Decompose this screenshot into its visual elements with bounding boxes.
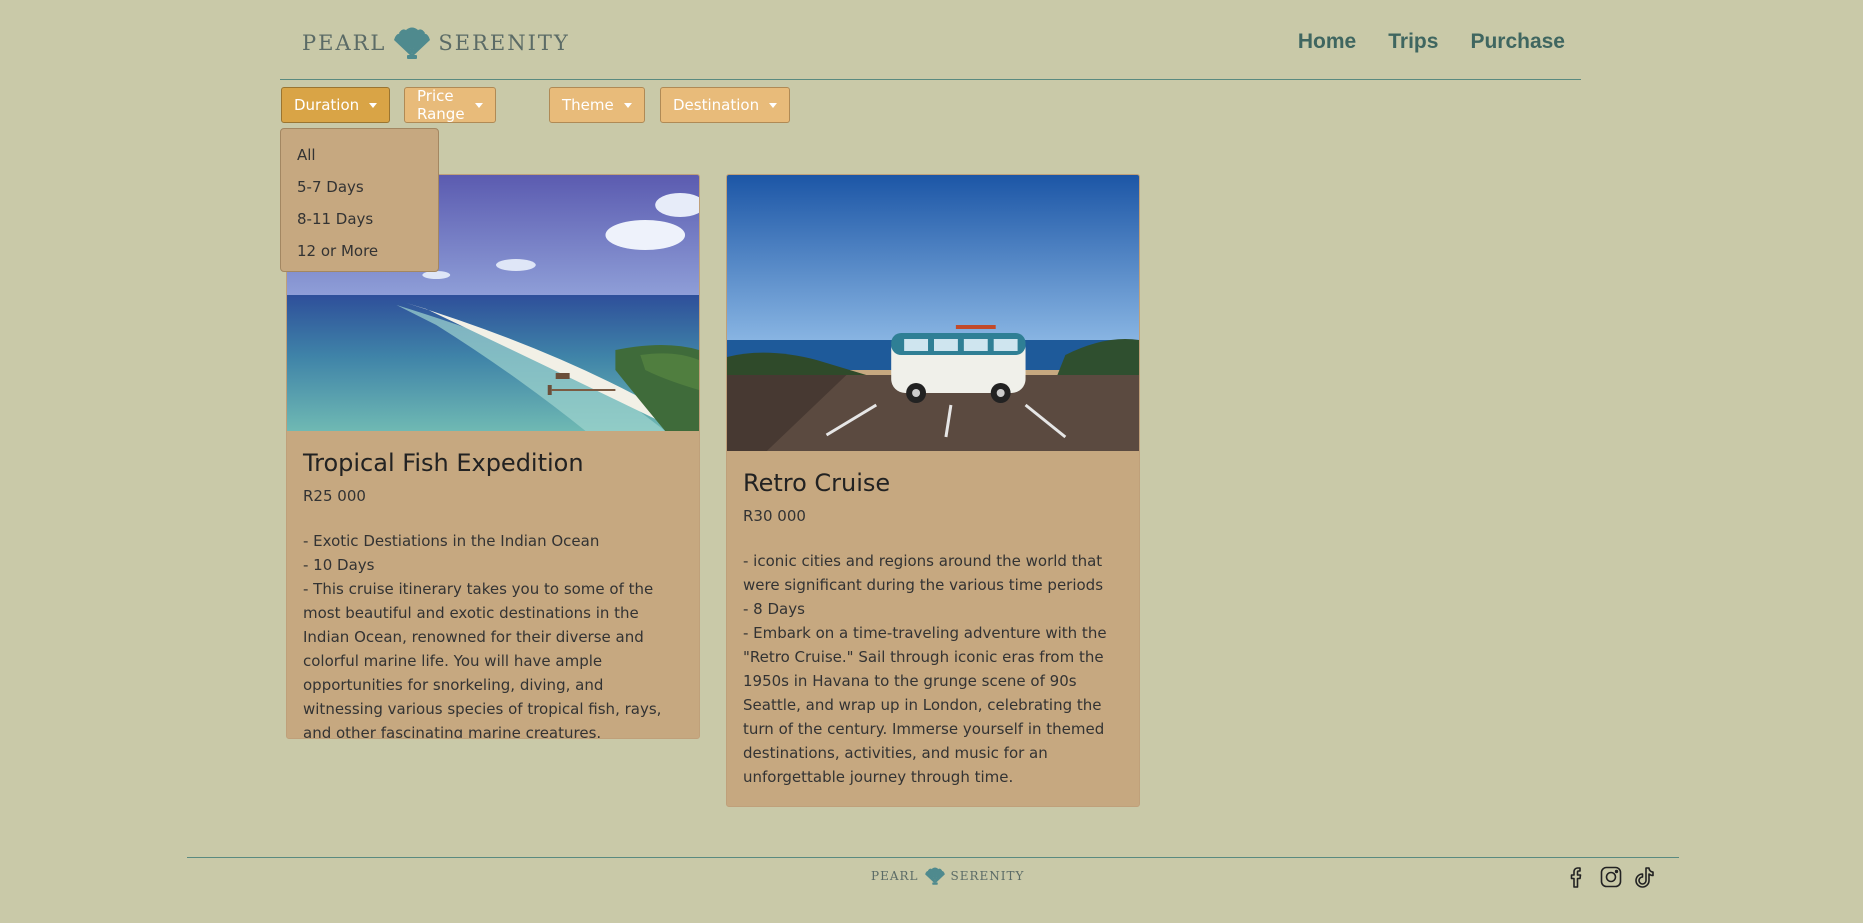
price-range-filter-label: Price Range	[417, 87, 465, 123]
facebook-icon[interactable]	[1565, 865, 1589, 889]
trip-image-campervan	[727, 175, 1139, 451]
trip-card[interactable]: Retro Cruise R30 000 - iconic cities and…	[726, 174, 1140, 807]
trip-price: R30 000	[743, 507, 806, 525]
duration-filter-button[interactable]: Duration	[281, 87, 391, 123]
dropdown-item-8-11-days[interactable]: 8-11 Days	[281, 205, 438, 237]
main-nav: Home Trips Purchase	[1298, 30, 1565, 54]
seashell-icon	[394, 27, 431, 59]
brand-word-pearl: PEARL	[302, 31, 387, 55]
site-header: PEARL SERENITY Home Trips Purchase	[280, 0, 1581, 80]
dropdown-item-all[interactable]: All	[281, 141, 438, 173]
tiktok-icon[interactable]	[1633, 865, 1657, 889]
brand-word-serenity: SERENITY	[950, 869, 1025, 883]
trip-price: R25 000	[303, 487, 366, 505]
trip-description: - iconic cities and regions around the w…	[743, 552, 1107, 786]
dropdown-item-5-7-days[interactable]: 5-7 Days	[281, 173, 438, 205]
theme-filter-label: Theme	[562, 96, 614, 114]
brand-logo[interactable]: PEARL SERENITY	[302, 26, 570, 60]
nav-home[interactable]: Home	[1298, 30, 1356, 54]
instagram-icon[interactable]	[1599, 865, 1623, 889]
caret-down-icon	[769, 102, 778, 108]
trip-title: Retro Cruise	[743, 469, 891, 497]
trip-title: Tropical Fish Expedition	[303, 449, 584, 477]
destination-filter-button[interactable]: Destination	[660, 87, 791, 123]
caret-down-icon	[474, 102, 483, 108]
destination-filter-label: Destination	[673, 96, 760, 114]
caret-down-icon	[623, 102, 632, 108]
site-footer: PEARL SERENITY	[187, 857, 1679, 923]
brand-word-serenity: SERENITY	[438, 31, 570, 55]
seashell-icon	[924, 867, 945, 885]
duration-filter-label: Duration	[294, 96, 360, 114]
duration-dropdown-menu: All 5-7 Days 8-11 Days 12 or More	[280, 128, 439, 272]
brand-word-pearl: PEARL	[871, 869, 919, 883]
caret-down-icon	[369, 102, 378, 108]
dropdown-item-12-or-more[interactable]: 12 or More	[281, 237, 438, 269]
nav-purchase[interactable]: Purchase	[1470, 30, 1565, 54]
theme-filter-button[interactable]: Theme	[549, 87, 645, 123]
trip-description: - Exotic Destiations in the Indian Ocean…	[303, 532, 662, 739]
nav-trips[interactable]: Trips	[1388, 30, 1438, 54]
footer-logo[interactable]: PEARL SERENITY	[871, 866, 1024, 886]
price-range-filter-button[interactable]: Price Range	[404, 87, 496, 123]
social-links	[1565, 865, 1657, 889]
